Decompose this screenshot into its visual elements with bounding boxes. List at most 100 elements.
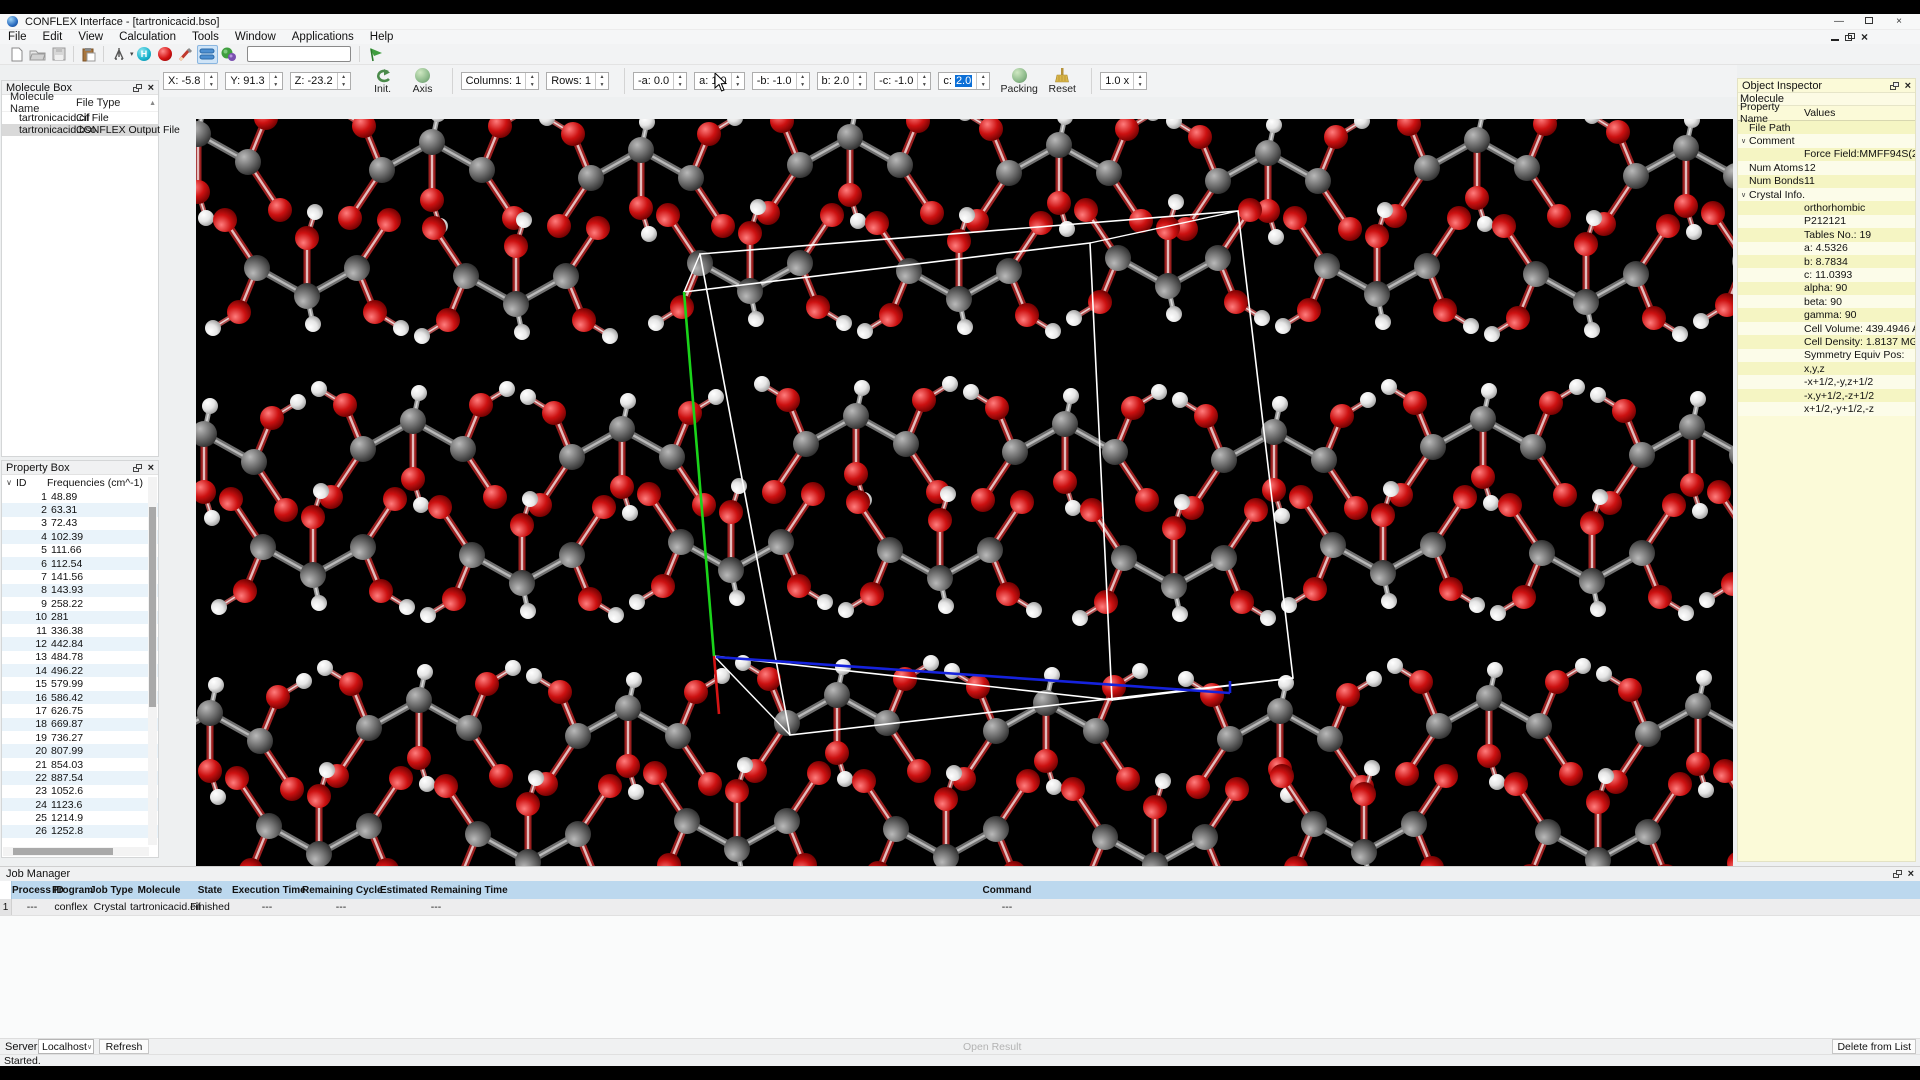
- scrollbar-up-arrow[interactable]: ▲: [149, 100, 156, 107]
- inspector-row[interactable]: -x+1/2,-y,z+1/2: [1738, 375, 1915, 388]
- menu-view[interactable]: View: [70, 30, 111, 44]
- frequency-row[interactable]: 19736.27: [2, 731, 158, 744]
- job-col-molecule[interactable]: Molecule: [130, 885, 188, 896]
- c-spinbox[interactable]: c: 2.0 ▲▼: [938, 72, 990, 90]
- job-col-job-type[interactable]: Job Type: [90, 885, 130, 896]
- scale-spinner[interactable]: ▲▼: [1133, 73, 1146, 89]
- frequency-row[interactable]: 18669.87: [2, 718, 158, 731]
- molecule-viewport[interactable]: [196, 119, 1733, 867]
- frequency-row[interactable]: 231052.6: [2, 785, 158, 798]
- mdi-restore-button[interactable]: [1845, 33, 1855, 41]
- close-panel-icon[interactable]: ×: [1905, 81, 1911, 91]
- frequency-row[interactable]: 17626.75: [2, 704, 158, 717]
- server-select[interactable]: Localhost ∨: [38, 1039, 94, 1054]
- frequency-row[interactable]: 261252.8: [2, 825, 158, 838]
- add-hydrogen-button[interactable]: H: [134, 45, 155, 64]
- frequency-row[interactable]: 148.89: [2, 490, 158, 503]
- minus-c-spinner[interactable]: ▲▼: [917, 73, 930, 89]
- scrollbar-thumb[interactable]: [149, 507, 156, 707]
- b-spinner[interactable]: ▲▼: [853, 73, 866, 89]
- scale-spinbox[interactable]: 1.0 x ▲▼: [1100, 72, 1147, 90]
- molecule-view-button[interactable]: [218, 45, 239, 64]
- menu-help[interactable]: Help: [362, 30, 402, 44]
- vertical-scrollbar[interactable]: [148, 477, 157, 845]
- menu-window[interactable]: Window: [227, 30, 284, 44]
- b-spinbox[interactable]: b: 2.0 ▲▼: [817, 72, 868, 90]
- molecule-row[interactable]: tartronicacid.bsoCONFLEX Output File: [2, 124, 158, 136]
- measure-tool-button[interactable]: [108, 45, 129, 64]
- y-spinbox[interactable]: Y: 91.3 ▲▼: [225, 72, 282, 90]
- minus-c-spinbox[interactable]: -c: -1.0 ▲▼: [874, 72, 931, 90]
- close-button[interactable]: ×: [1884, 14, 1914, 30]
- frequency-row[interactable]: 9258.22: [2, 597, 158, 610]
- paste-button[interactable]: [78, 45, 99, 64]
- inspector-row[interactable]: File Path: [1738, 121, 1915, 134]
- inspector-row[interactable]: orthorhombic: [1738, 201, 1915, 214]
- float-panel-icon[interactable]: [1893, 870, 1902, 878]
- list-view-button[interactable]: [197, 45, 218, 64]
- inspector-row[interactable]: Force Field:MMFF94S(2010...: [1738, 148, 1915, 161]
- frequency-row[interactable]: 14496.22: [2, 664, 158, 677]
- menu-calculation[interactable]: Calculation: [111, 30, 184, 44]
- reset-button[interactable]: Reset: [1043, 68, 1081, 95]
- open-file-button[interactable]: [27, 45, 48, 64]
- restore-button[interactable]: [1854, 14, 1884, 30]
- job-col-program[interactable]: Program: [52, 885, 90, 896]
- rows-spinbox[interactable]: Rows: 1 ▲▼: [546, 72, 609, 90]
- inspector-row[interactable]: Tables No.: 19: [1738, 228, 1915, 241]
- columns-spinbox[interactable]: Columns: 1 ▲▼: [461, 72, 540, 90]
- frequency-row[interactable]: 10281: [2, 611, 158, 624]
- inspector-row[interactable]: beta: 90: [1738, 295, 1915, 308]
- inspector-row[interactable]: c: 11.0393: [1738, 268, 1915, 281]
- atom-tool-button[interactable]: [155, 45, 176, 64]
- a-spinner[interactable]: ▲▼: [731, 73, 744, 89]
- inspector-row[interactable]: b: 8.7834: [1738, 255, 1915, 268]
- frequency-row[interactable]: 20807.99: [2, 744, 158, 757]
- frequency-row[interactable]: 15579.99: [2, 677, 158, 690]
- close-panel-icon[interactable]: ×: [148, 83, 154, 93]
- inspector-row[interactable]: Symmetry Equiv Pos:: [1738, 349, 1915, 362]
- rows-spinner[interactable]: ▲▼: [595, 73, 608, 89]
- x-spinner[interactable]: ▲▼: [204, 73, 217, 89]
- inspector-row[interactable]: Num Bonds11: [1738, 175, 1915, 188]
- frequency-row[interactable]: 5111.66: [2, 544, 158, 557]
- axis-button[interactable]: Axis: [404, 68, 442, 95]
- frequency-row[interactable]: 22887.54: [2, 771, 158, 784]
- frequency-row[interactable]: 6112.54: [2, 557, 158, 570]
- job-col-remaining-cycle[interactable]: Remaining Cycle: [302, 885, 380, 896]
- mdi-close-button[interactable]: ×: [1861, 32, 1868, 42]
- close-panel-icon[interactable]: ×: [148, 463, 154, 473]
- job-table-row[interactable]: 1---conflexCrystaltartronicacid.cifFinis…: [0, 899, 1920, 916]
- minus-a-spinbox[interactable]: -a: 0.0 ▲▼: [633, 72, 687, 90]
- minimize-button[interactable]: —: [1824, 14, 1854, 30]
- float-panel-icon[interactable]: [1890, 82, 1899, 90]
- z-spinbox[interactable]: Z: -23.2 ▲▼: [290, 72, 351, 90]
- inspector-row[interactable]: Num Atoms12: [1738, 161, 1915, 174]
- draw-bond-button[interactable]: [176, 45, 197, 64]
- close-panel-icon[interactable]: ×: [1908, 869, 1914, 879]
- float-panel-icon[interactable]: [133, 84, 142, 92]
- inspector-row[interactable]: -x,y+1/2,-z+1/2: [1738, 389, 1915, 402]
- menu-tools[interactable]: Tools: [184, 30, 227, 44]
- refresh-button[interactable]: Refresh: [99, 1039, 149, 1054]
- save-button[interactable]: [48, 45, 69, 64]
- delete-from-list-button[interactable]: Delete from List: [1832, 1039, 1916, 1054]
- frequency-row[interactable]: 4102.39: [2, 530, 158, 543]
- menu-file[interactable]: File: [0, 30, 35, 44]
- scrollbar-thumb[interactable]: [13, 848, 113, 855]
- col-file-type[interactable]: File Type: [76, 97, 120, 109]
- frequency-row[interactable]: 263.31: [2, 503, 158, 516]
- x-spinbox[interactable]: X: -5.8 ▲▼: [163, 72, 218, 90]
- z-spinner[interactable]: ▲▼: [337, 73, 350, 89]
- chevron-down-icon[interactable]: ∨: [2, 478, 16, 487]
- inspector-row[interactable]: ∨Comment: [1738, 134, 1915, 147]
- frequency-row[interactable]: 11336.38: [2, 624, 158, 637]
- frequency-row[interactable]: 7141.56: [2, 570, 158, 583]
- molecule-row[interactable]: tartronicacid.cifCif File: [2, 112, 158, 124]
- frequency-row[interactable]: 21854.03: [2, 758, 158, 771]
- job-col-estimated-remaining-time[interactable]: Estimated Remaining Time: [380, 885, 492, 896]
- run-button[interactable]: [366, 45, 387, 64]
- frequency-row[interactable]: 8143.93: [2, 584, 158, 597]
- inspector-row[interactable]: ∨Crystal Info.: [1738, 188, 1915, 201]
- inspector-row[interactable]: x,y,z: [1738, 362, 1915, 375]
